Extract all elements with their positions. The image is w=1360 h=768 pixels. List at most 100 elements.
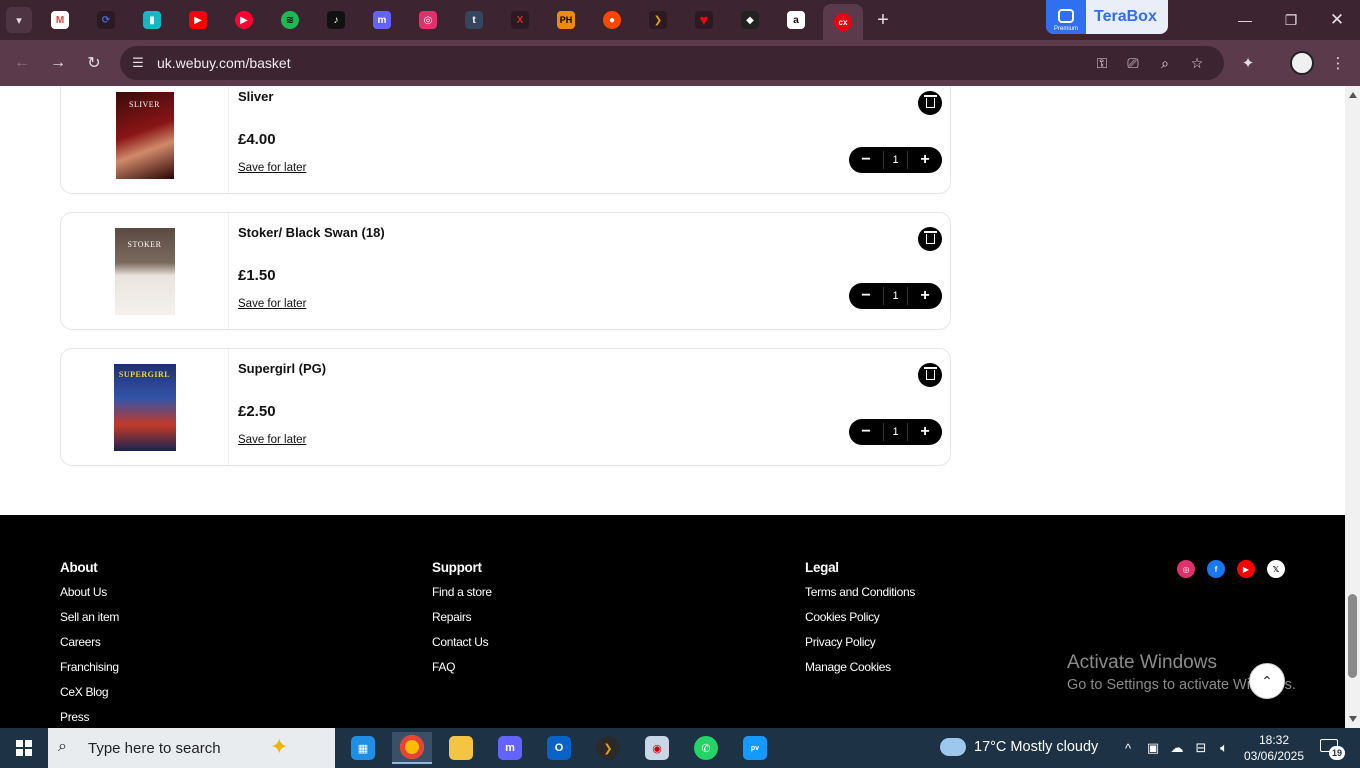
pinned-tab-teal[interactable]: ▮: [140, 8, 164, 32]
increase-quantity-button[interactable]: +: [910, 419, 940, 445]
taskbar-chrome[interactable]: [392, 732, 432, 764]
decrease-quantity-button[interactable]: −: [851, 419, 881, 445]
quantity-value[interactable]: 1: [883, 151, 908, 169]
footer-link-press[interactable]: Press: [60, 710, 119, 728]
notification-center-icon[interactable]: 19: [1320, 739, 1345, 760]
password-key-icon[interactable]: ⚿: [1090, 51, 1114, 75]
page-scrollbar[interactable]: [1345, 86, 1360, 728]
taskbar-plex[interactable]: ❯: [588, 732, 628, 764]
x-icon[interactable]: 𝕏: [1267, 560, 1285, 578]
taskbar-search-box[interactable]: ⌕ Type here to search ✦: [48, 728, 335, 768]
system-clock[interactable]: 18:32 03/06/2025: [1238, 732, 1310, 764]
close-window-icon[interactable]: ✕: [1323, 6, 1351, 34]
footer-link-terms[interactable]: Terms and Conditions: [805, 585, 915, 610]
youtube-icon[interactable]: ▶: [1237, 560, 1255, 578]
increase-quantity-button[interactable]: +: [910, 283, 940, 309]
scrollbar-thumb[interactable]: [1348, 594, 1357, 678]
address-bar[interactable]: ☰ uk.webuy.com/basket ⚿ ⎚ ⌕ ☆: [120, 46, 1224, 80]
back-to-top-chevron-up-icon[interactable]: ⌃: [1249, 663, 1285, 699]
install-app-icon[interactable]: ⎚: [1121, 51, 1145, 75]
pinned-tab-gmail[interactable]: M: [48, 8, 72, 32]
footer-link-sell-an-item[interactable]: Sell an item: [60, 610, 119, 635]
item-thumbnail[interactable]: STOKER: [61, 213, 229, 329]
save-for-later-link[interactable]: Save for later: [238, 434, 306, 446]
minimize-icon[interactable]: —: [1231, 6, 1259, 34]
start-windows-icon[interactable]: [0, 728, 48, 768]
pinned-tab-youtube[interactable]: ▶: [186, 8, 210, 32]
footer-link-manage-cookies[interactable]: Manage Cookies: [805, 660, 915, 685]
active-tab-cex[interactable]: cx: [823, 4, 863, 40]
footer-link-find-a-store[interactable]: Find a store: [432, 585, 492, 610]
scroll-up-arrow-icon[interactable]: [1349, 92, 1357, 98]
pinned-tab-heart[interactable]: ♥: [692, 8, 716, 32]
bookmark-star-icon[interactable]: ☆: [1185, 51, 1209, 75]
footer-link-privacy-policy[interactable]: Privacy Policy: [805, 635, 915, 660]
scroll-down-arrow-icon[interactable]: [1349, 716, 1357, 722]
decrease-quantity-button[interactable]: −: [851, 147, 881, 173]
pinned-tab-tiktok[interactable]: ♪: [324, 8, 348, 32]
pinned-tab-youtube-music[interactable]: ▶: [232, 8, 256, 32]
pinned-tab-amazon[interactable]: a: [784, 8, 808, 32]
restore-icon[interactable]: ❐: [1277, 6, 1305, 34]
pinned-tab-reddit[interactable]: ●: [600, 8, 624, 32]
taskbar-whatsapp[interactable]: ✆: [686, 732, 726, 764]
network-icon[interactable]: ⊟: [1192, 739, 1210, 757]
weather-widget[interactable]: 17°C Mostly cloudy: [936, 732, 1098, 756]
pinned-tab-instagram[interactable]: ◎: [416, 8, 440, 32]
kebab-menu-icon[interactable]: ⋮: [1324, 49, 1352, 77]
pinned-tab-tumblr[interactable]: t: [462, 8, 486, 32]
item-thumbnail[interactable]: SUPERGIRL: [61, 349, 229, 465]
footer-link-cex-blog[interactable]: CeX Blog: [60, 685, 119, 710]
terabox-extension-badge[interactable]: Premium TeraBox: [1046, 0, 1168, 34]
pinned-tab-ph[interactable]: PH: [554, 8, 578, 32]
profile-avatar[interactable]: [1290, 51, 1314, 75]
taskbar-file-explorer[interactable]: [441, 732, 481, 764]
extensions-puzzle-icon[interactable]: ✦: [1234, 49, 1262, 77]
remove-item-trash-icon[interactable]: [918, 227, 942, 251]
reload-icon[interactable]: ↻: [80, 49, 108, 77]
save-for-later-link[interactable]: Save for later: [238, 298, 306, 310]
zoom-icon[interactable]: ⌕: [1153, 51, 1177, 75]
increase-quantity-button[interactable]: +: [910, 147, 940, 173]
pinned-tab-mastodon[interactable]: m: [370, 8, 394, 32]
taskbar-outlook[interactable]: O: [539, 732, 579, 764]
show-hidden-icons-chevron-icon[interactable]: ^: [1119, 739, 1137, 757]
pinned-tab-x-red[interactable]: X: [508, 8, 532, 32]
pinned-tab-plex[interactable]: ❯: [646, 8, 670, 32]
onedrive-warning-icon[interactable]: ☁: [1168, 739, 1186, 757]
item-title[interactable]: Sliver: [238, 89, 273, 104]
footer-link-contact-us[interactable]: Contact Us: [432, 635, 492, 660]
pinned-tab-cube[interactable]: ◆: [738, 8, 762, 32]
meet-now-icon[interactable]: ▣: [1144, 739, 1162, 757]
item-title[interactable]: Stoker/ Black Swan (18): [238, 225, 385, 240]
taskbar-prime-video[interactable]: pv: [735, 732, 775, 764]
item-thumbnail[interactable]: SLIVER: [61, 86, 229, 193]
instagram-icon[interactable]: ◎: [1177, 560, 1195, 578]
item-title[interactable]: Supergirl (PG): [238, 361, 326, 376]
back-arrow-icon[interactable]: ←: [8, 49, 36, 77]
footer-link-about-us[interactable]: About Us: [60, 585, 119, 610]
facebook-icon[interactable]: f: [1207, 560, 1225, 578]
quantity-value[interactable]: 1: [883, 423, 908, 441]
tab-search-chevron-icon[interactable]: ▾: [6, 7, 32, 33]
site-info-tune-icon[interactable]: ☰: [126, 51, 150, 75]
footer-link-faq[interactable]: FAQ: [432, 660, 492, 685]
taskbar-mastodon[interactable]: m: [490, 732, 530, 764]
forward-arrow-icon[interactable]: →: [44, 49, 72, 77]
new-tab-plus-icon[interactable]: +: [871, 8, 895, 32]
footer-link-repairs[interactable]: Repairs: [432, 610, 492, 635]
footer-link-franchising[interactable]: Franchising: [60, 660, 119, 685]
remove-item-trash-icon[interactable]: [918, 363, 942, 387]
pinned-tab-spotify[interactable]: ≋: [278, 8, 302, 32]
taskbar-game-app[interactable]: ◉: [637, 732, 677, 764]
remove-item-trash-icon[interactable]: [918, 91, 942, 115]
decrease-quantity-button[interactable]: −: [851, 283, 881, 309]
volume-icon[interactable]: 🔈︎: [1215, 739, 1233, 757]
footer-link-cookies-policy[interactable]: Cookies Policy: [805, 610, 915, 635]
footer-link-careers[interactable]: Careers: [60, 635, 119, 660]
url-text[interactable]: uk.webuy.com/basket: [157, 55, 291, 71]
taskbar-microsoft-store[interactable]: ▦: [343, 732, 383, 764]
pinned-tab-generic[interactable]: ⟳: [94, 8, 118, 32]
save-for-later-link[interactable]: Save for later: [238, 162, 306, 174]
quantity-value[interactable]: 1: [883, 287, 908, 305]
